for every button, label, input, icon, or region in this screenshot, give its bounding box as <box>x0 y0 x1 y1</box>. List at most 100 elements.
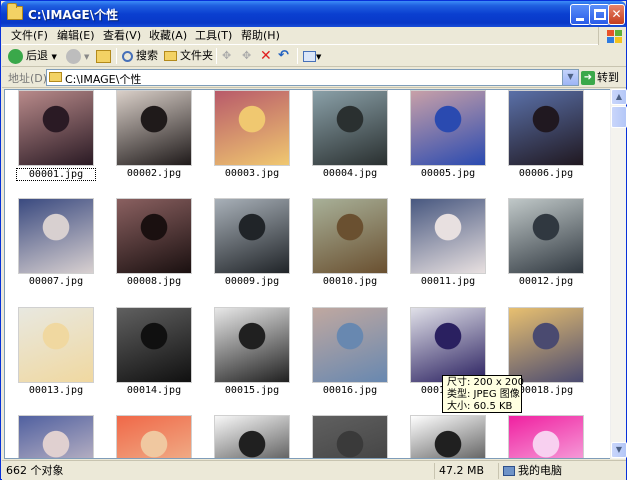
menu-favorites[interactable]: 收藏(A) <box>146 28 190 44</box>
thumbnail-filename[interactable]: 00002.jpg <box>114 168 194 179</box>
thumbnail-image <box>411 91 485 165</box>
vertical-scrollbar[interactable]: ▲ ▼ <box>610 89 627 459</box>
folders-button[interactable]: 文件夹 <box>164 47 213 65</box>
thumbnail-filename[interactable]: 00015.jpg <box>212 385 292 396</box>
status-location-label: 我的电脑 <box>518 464 562 477</box>
thumbnail-image <box>117 416 191 458</box>
thumbnail-filename[interactable]: 00009.jpg <box>212 276 292 287</box>
thumbnail-item[interactable] <box>214 198 290 274</box>
thumbnail-item[interactable] <box>18 415 94 458</box>
thumbnail-item[interactable] <box>214 307 290 383</box>
explorer-window: C:\IMAGE\个性 ✕ 文件(F) 编辑(E) 查看(V) 收藏(A) 工具… <box>0 0 627 480</box>
thumbnail-item[interactable] <box>214 90 290 166</box>
thumbnail-filename[interactable]: 00014.jpg <box>114 385 194 396</box>
thumbnail-filename[interactable]: 00013.jpg <box>16 385 96 396</box>
undo-button[interactable]: ↶ <box>278 47 289 65</box>
address-folder-icon <box>49 72 62 82</box>
thumbnail-item[interactable] <box>214 415 290 458</box>
thumbnail-filename[interactable]: 00007.jpg <box>16 276 96 287</box>
thumbnail-item[interactable] <box>18 90 94 166</box>
up-folder-icon <box>96 49 111 63</box>
menu-edit[interactable]: 编辑(E) <box>54 28 98 44</box>
thumbnail-image <box>19 416 93 458</box>
search-icon <box>122 50 133 62</box>
forward-button[interactable]: ▼ <box>66 47 89 65</box>
thumbnail-item[interactable] <box>508 415 584 458</box>
thumbnail-item[interactable] <box>116 90 192 166</box>
scroll-up-button[interactable]: ▲ <box>611 89 627 105</box>
toolbar: 后退 ▼ ▼ 搜索 文件夹 ✥ ✥ ✕ ↶ ▼ <box>2 45 626 67</box>
windows-logo-icon <box>598 27 626 45</box>
thumbnail-item[interactable] <box>410 307 486 383</box>
thumbnail-item[interactable] <box>508 307 584 383</box>
menu-help[interactable]: 帮助(H) <box>238 28 283 44</box>
thumbnail-filename[interactable]: 00011.jpg <box>408 276 488 287</box>
title-bar[interactable]: C:\IMAGE\个性 ✕ <box>1 1 626 27</box>
thumbnail-filename[interactable]: 00006.jpg <box>506 168 586 179</box>
tooltip-filesize: 大小: 60.5 KB <box>447 401 513 412</box>
thumbnail-item[interactable] <box>18 198 94 274</box>
scroll-down-button[interactable]: ▼ <box>611 442 627 458</box>
search-label: 搜索 <box>136 49 158 62</box>
thumbnail-item[interactable] <box>312 90 388 166</box>
window-title: C:\IMAGE\个性 <box>28 8 119 22</box>
thumbnail-item[interactable] <box>312 307 388 383</box>
my-computer-icon <box>503 466 515 476</box>
address-dropdown-button[interactable]: ▼ <box>562 70 578 85</box>
thumbnail-filename[interactable]: 00005.jpg <box>408 168 488 179</box>
thumbnail-item[interactable] <box>312 415 388 458</box>
copy-to-button[interactable]: ✥ <box>242 47 251 65</box>
thumbnail-filename[interactable]: 00008.jpg <box>114 276 194 287</box>
menu-tools[interactable]: 工具(T) <box>192 28 235 44</box>
thumbnail-filename[interactable]: 00016.jpg <box>310 385 390 396</box>
thumbnail-filename[interactable]: 00004.jpg <box>310 168 390 179</box>
file-info-tooltip: 尺寸: 200 x 200 类型: JPEG 图像 大小: 60.5 KB <box>442 375 524 413</box>
thumbnail-item[interactable] <box>410 90 486 166</box>
thumbnail-image <box>313 199 387 273</box>
thumbnail-item[interactable] <box>508 198 584 274</box>
move-to-button[interactable]: ✥ <box>222 47 231 65</box>
thumbnail-image <box>313 91 387 165</box>
thumbnail-item[interactable] <box>410 198 486 274</box>
address-input[interactable]: C:\IMAGE\个性 ▼ <box>46 69 579 86</box>
back-dropdown-icon[interactable]: ▼ <box>52 53 57 61</box>
go-arrow-icon: ➜ <box>581 71 595 85</box>
thumbnail-image <box>19 199 93 273</box>
thumbnail-item[interactable] <box>116 198 192 274</box>
thumbnail-filename[interactable]: 00010.jpg <box>310 276 390 287</box>
thumbnail-image <box>313 308 387 382</box>
tooltip-type: 类型: JPEG 图像 <box>447 389 520 400</box>
menu-file[interactable]: 文件(F) <box>8 28 51 44</box>
status-size: 47.2 MB <box>434 463 496 479</box>
minimize-button[interactable] <box>570 4 591 25</box>
thumbnail-filename[interactable]: 00003.jpg <box>212 168 292 179</box>
folders-label: 文件夹 <box>180 49 213 62</box>
thumbnail-item[interactable] <box>508 90 584 166</box>
menu-bar: 文件(F) 编辑(E) 查看(V) 收藏(A) 工具(T) 帮助(H) <box>2 27 626 45</box>
go-button[interactable]: ➜ 转到 <box>581 69 625 86</box>
thumbnail-filename[interactable]: 00001.jpg <box>16 168 96 181</box>
go-label: 转到 <box>597 71 619 84</box>
thumbnail-filename[interactable]: 00012.jpg <box>506 276 586 287</box>
minimize-icon <box>576 18 584 21</box>
thumbnail-item[interactable] <box>312 198 388 274</box>
thumbnail-image <box>215 91 289 165</box>
thumbnail-item[interactable] <box>410 415 486 458</box>
thumbnail-item[interactable] <box>116 415 192 458</box>
search-button[interactable]: 搜索 <box>122 47 158 65</box>
delete-button[interactable]: ✕ <box>260 47 272 65</box>
undo-icon: ↶ <box>278 48 289 63</box>
move-to-icon: ✥ <box>222 49 232 62</box>
back-button[interactable]: 后退 ▼ <box>8 47 57 65</box>
views-button[interactable]: ▼ <box>303 47 321 65</box>
up-folder-button[interactable] <box>96 47 111 65</box>
address-label: 地址(D) <box>8 72 48 85</box>
scroll-thumb[interactable] <box>611 106 627 128</box>
close-button[interactable]: ✕ <box>608 4 625 25</box>
maximize-button[interactable] <box>589 4 610 25</box>
forward-dropdown-icon[interactable]: ▼ <box>84 53 89 61</box>
thumbnail-item[interactable] <box>18 307 94 383</box>
thumbnail-image <box>117 199 191 273</box>
menu-view[interactable]: 查看(V) <box>100 28 144 44</box>
thumbnail-item[interactable] <box>116 307 192 383</box>
